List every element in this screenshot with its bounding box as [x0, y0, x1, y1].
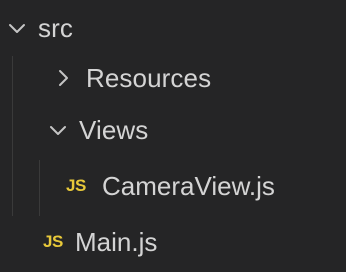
file-label: Main.js: [75, 226, 158, 257]
folder-resources[interactable]: Resources: [0, 54, 346, 102]
folder-src[interactable]: src: [0, 4, 346, 52]
javascript-file-icon: JS: [66, 176, 86, 195]
folder-label: Resources: [86, 62, 212, 93]
file-main-js[interactable]: JS Main.js: [0, 218, 346, 266]
file-label: CameraView.js: [102, 170, 275, 201]
folder-label: Views: [79, 114, 149, 145]
chevron-down-icon: [6, 17, 28, 39]
javascript-file-icon: JS: [43, 232, 63, 251]
file-explorer-tree: src Resources Views JS CameraView.js JS …: [0, 0, 346, 272]
folder-views[interactable]: Views: [0, 106, 346, 154]
chevron-down-icon: [47, 119, 69, 141]
chevron-right-icon: [52, 67, 74, 89]
folder-label: src: [38, 12, 73, 43]
file-cameraview-js[interactable]: JS CameraView.js: [0, 162, 346, 210]
